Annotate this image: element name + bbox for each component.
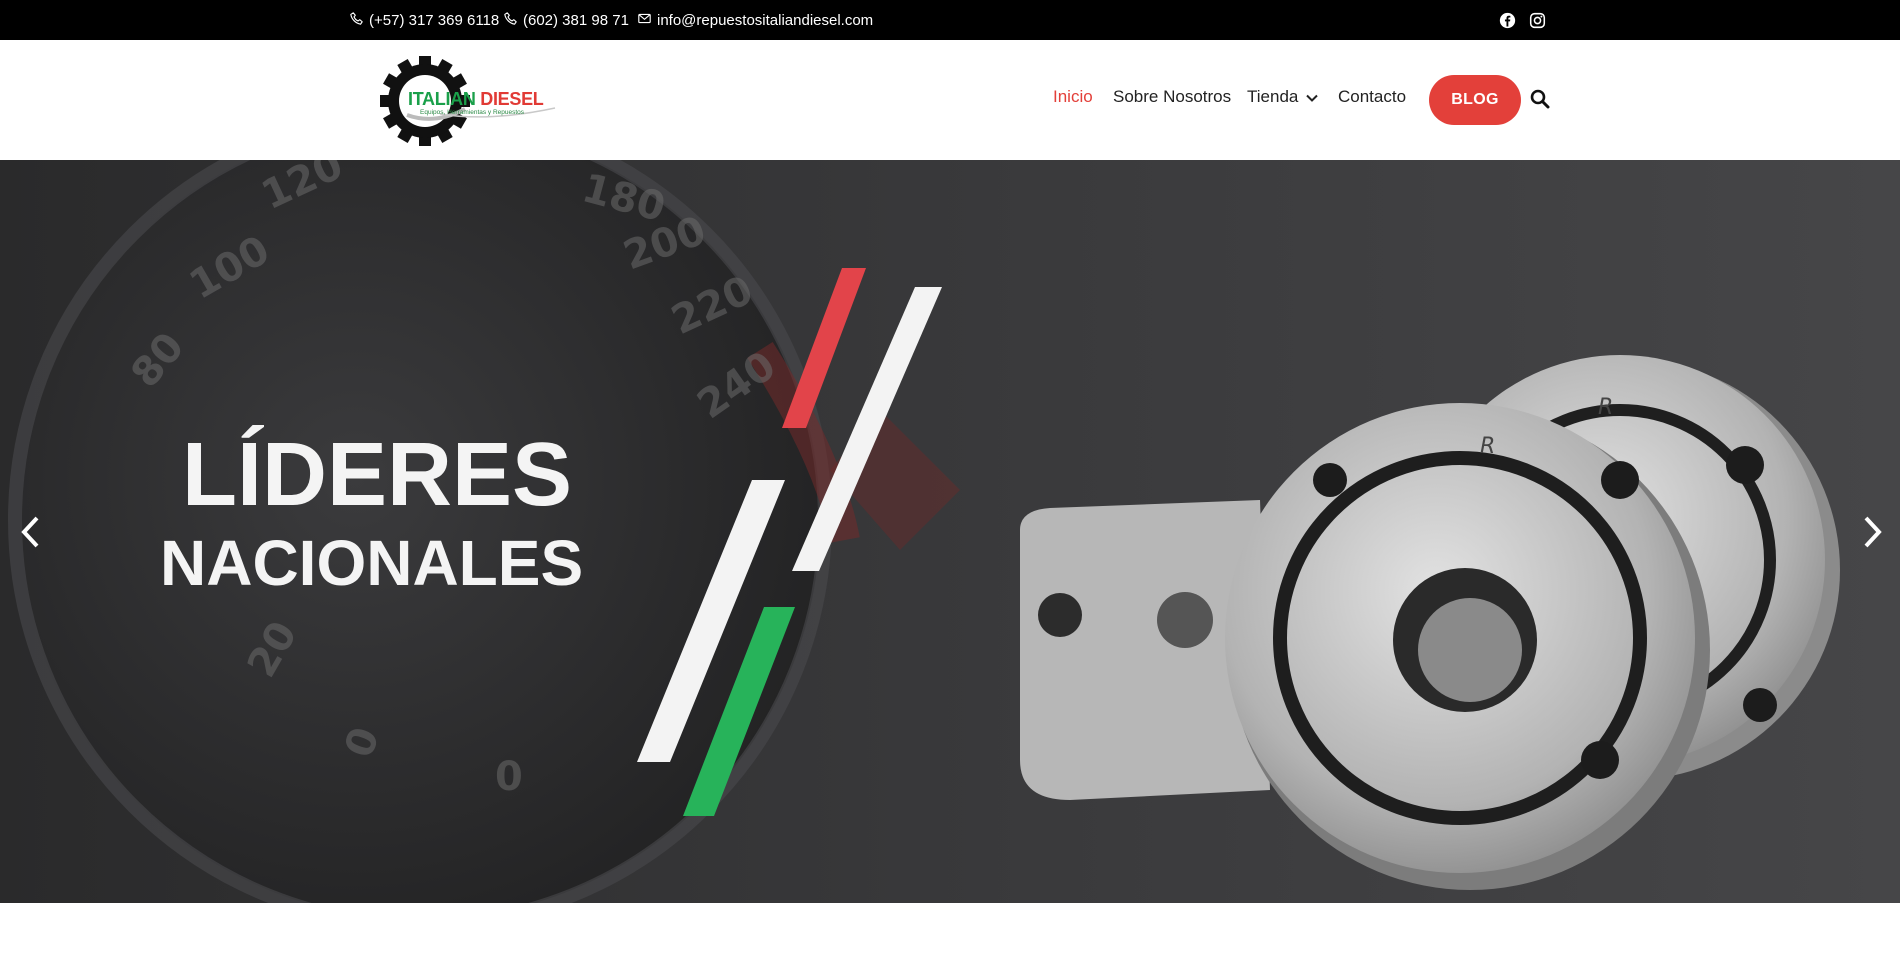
svg-text:0: 0 <box>495 754 523 800</box>
blog-button[interactable]: BLOG <box>1429 75 1521 125</box>
nav-tienda[interactable]: Tienda <box>1247 87 1298 107</box>
phone-number-2: (602) 381 98 71 <box>523 11 629 29</box>
email-address: info@repuestositaliandiesel.com <box>657 11 874 29</box>
svg-text:R: R <box>1598 395 1613 420</box>
facebook-icon[interactable] <box>1497 10 1517 30</box>
nav-contacto[interactable]: Contacto <box>1338 87 1406 107</box>
site-header: ITALIAN DIESEL Equipos, Herramientas y R… <box>0 40 1900 160</box>
envelope-icon <box>638 12 651 29</box>
search-icon[interactable] <box>1530 89 1550 109</box>
top-bar: (+57) 317 369 6118 (602) 381 98 71 info@… <box>0 0 1900 40</box>
hero-heading-line2: NACIONALES <box>160 527 584 599</box>
phone-link-2[interactable]: (602) 381 98 71 <box>504 0 629 40</box>
phone-link-1[interactable]: (+57) 317 369 6118 <box>350 0 499 40</box>
logo-wordmark: ITALIAN DIESEL <box>408 89 544 109</box>
email-link[interactable]: info@repuestositaliandiesel.com <box>638 0 873 40</box>
phone-number-1: (+57) 317 369 6118 <box>369 11 500 29</box>
phone-icon <box>504 11 517 29</box>
nav-inicio[interactable]: Inicio <box>1053 87 1093 107</box>
slider-next-arrow-icon[interactable] <box>1857 512 1887 552</box>
hero-heading-line1: LÍDERES <box>182 425 573 525</box>
slider-prev-arrow-icon[interactable] <box>16 512 46 552</box>
svg-text:R: R <box>1480 434 1495 459</box>
chevron-down-icon[interactable] <box>1306 92 1318 104</box>
nav-sobre-nosotros[interactable]: Sobre Nosotros <box>1113 87 1231 107</box>
content-section <box>0 903 1900 975</box>
logo-tagline: Equipos, Herramientas y Repuestos <box>420 109 525 116</box>
instagram-icon[interactable] <box>1527 10 1547 30</box>
hero-slider: 180 200 220 240 120 100 80 20 0 0 R R LÍ… <box>0 160 1900 903</box>
phone-icon <box>350 11 363 29</box>
